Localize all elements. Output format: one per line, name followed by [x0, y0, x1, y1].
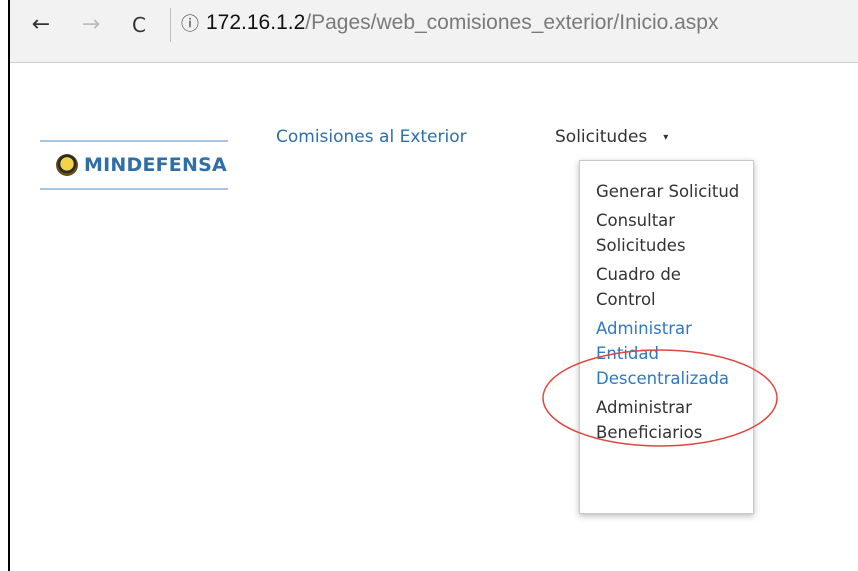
- url-path: /Pages/web_comisiones_exterior/Inicio.as…: [305, 11, 719, 34]
- menu-item-consultar-solicitudes[interactable]: Consultar Solicitudes: [596, 208, 744, 262]
- address-bar-divider: [170, 8, 171, 42]
- reload-icon[interactable]: C: [126, 12, 152, 38]
- site-info-icon[interactable]: ⓘ: [180, 13, 200, 35]
- back-arrow-icon[interactable]: ←: [28, 12, 54, 38]
- caret-down-icon: ▾: [663, 132, 669, 143]
- menu-item-administrar-entidad-descentralizada[interactable]: Administrar Entidad Descentralizada: [596, 316, 744, 395]
- dropdown-list: Generar Solicitud Consultar Solicitudes …: [580, 161, 753, 449]
- mindefensa-logo[interactable]: MINDEFENSA: [40, 140, 228, 190]
- url-host: 172.16.1.2: [206, 11, 306, 34]
- coat-of-arms-icon: [56, 154, 78, 176]
- menu-item-administrar-beneficiarios[interactable]: Administrar Beneficiarios: [596, 395, 744, 449]
- logo-text: MINDEFENSA: [84, 154, 227, 176]
- app-home-link[interactable]: Comisiones al Exterior: [276, 127, 467, 147]
- address-bar-url[interactable]: 172.16.1.2/Pages/web_comisiones_exterior…: [206, 9, 718, 37]
- menu-label: Solicitudes: [555, 127, 648, 147]
- window-frame-edge: [8, 0, 10, 571]
- solicitudes-dropdown-menu: Generar Solicitud Consultar Solicitudes …: [579, 160, 754, 514]
- menu-item-cuadro-de-control[interactable]: Cuadro de Control: [596, 262, 744, 316]
- forward-arrow-icon[interactable]: →: [78, 12, 104, 38]
- menu-item-generar-solicitud[interactable]: Generar Solicitud: [596, 179, 744, 208]
- solicitudes-menu-toggle[interactable]: Solicitudes ▾: [555, 127, 668, 147]
- browser-toolbar: ← → C ⓘ 172.16.1.2/Pages/web_comisiones_…: [10, 0, 858, 63]
